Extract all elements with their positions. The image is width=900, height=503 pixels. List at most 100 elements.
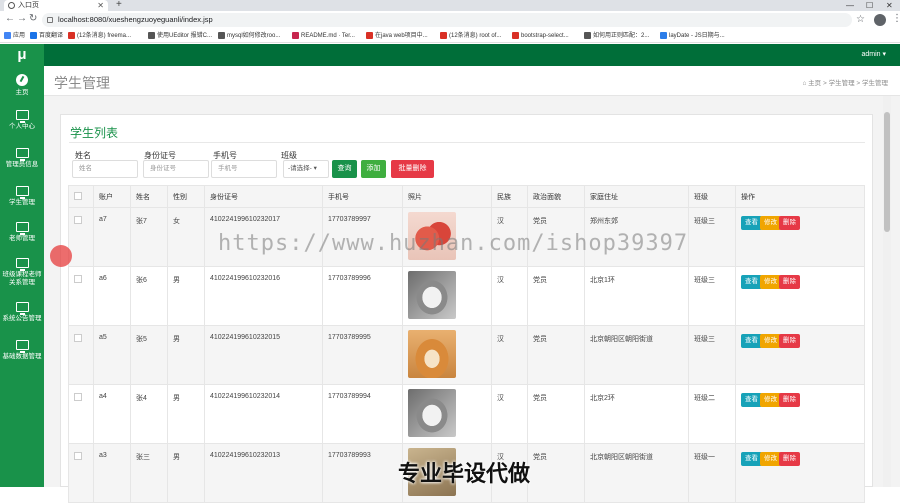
view-button[interactable]: 查看 [741, 275, 762, 289]
query-button[interactable]: 查询 [332, 160, 357, 178]
delete-button[interactable]: 删除 [779, 393, 800, 407]
sidebar-item-label: 老师管理 [9, 235, 35, 242]
scrollbar-thumb[interactable] [884, 112, 890, 232]
sidebar-item-label: 基础数据管理 [2, 353, 42, 360]
bookmark-item[interactable]: bootstrap-select... [512, 29, 569, 42]
phone-cell: 17703789996 [322, 266, 403, 326]
row-select-cell[interactable] [68, 207, 94, 267]
row-checkbox[interactable] [74, 452, 82, 460]
delete-button[interactable]: 删除 [779, 334, 800, 348]
maximize-icon[interactable]: ☐ [866, 0, 873, 11]
browser-menu-icon[interactable]: ⋮ [892, 13, 900, 24]
sidebar-item[interactable]: 基础数据管理 [0, 340, 44, 361]
bookmark-item[interactable]: 在java web项目中... [366, 29, 428, 42]
account-cell: a5 [93, 325, 131, 385]
close-tab-icon[interactable]: ✕ [97, 0, 104, 11]
table-row: a4 张4 男 410224199610232014 17703789994 汉党员 北京2… [68, 384, 865, 444]
edit-button[interactable]: 修改 [760, 334, 781, 348]
select-all-checkbox[interactable] [74, 191, 82, 200]
sidebar-item-label: 班级课程老师关系管理 [2, 271, 42, 286]
tab-title: 入口页 [18, 2, 39, 9]
browser-tab[interactable]: 入口页 ✕ [4, 0, 108, 11]
row-checkbox[interactable] [74, 216, 82, 224]
row-checkbox[interactable] [74, 393, 82, 401]
class-cell: 班级三 [688, 325, 736, 385]
column-header: 姓名 [130, 185, 168, 208]
bookmark-item[interactable]: (12条消息) root of... [440, 29, 502, 42]
row-checkbox[interactable] [74, 275, 82, 283]
row-select-cell[interactable] [68, 384, 94, 444]
gender-cell: 男 [167, 384, 205, 444]
minimize-icon[interactable]: — [846, 0, 854, 11]
bookmark-label: mysql如何修改roo... [227, 33, 281, 39]
row-select-cell[interactable] [68, 266, 94, 326]
monitor-icon [15, 110, 29, 123]
bookmark-item[interactable]: 百度翻译 [30, 29, 63, 42]
select-all-cell[interactable] [68, 185, 94, 208]
breadcrumb[interactable]: ⌂ 主页 > 学生管理 > 学生管理 [802, 77, 888, 87]
bookmark-label: 使用UEditor 报错C... [157, 33, 213, 39]
close-window-icon[interactable]: ✕ [886, 0, 893, 11]
column-header: 班级 [688, 185, 736, 208]
edit-button[interactable]: 修改 [760, 452, 781, 466]
view-button[interactable]: 查看 [741, 334, 762, 348]
info-icon[interactable] [47, 17, 53, 23]
page-scrollbar[interactable] [883, 96, 891, 487]
view-button[interactable]: 查看 [741, 216, 762, 230]
new-tab-button[interactable]: + [116, 0, 122, 10]
bookmark-star-icon[interactable]: ☆ [856, 14, 865, 25]
class-select[interactable]: -请选择- ▾ [283, 160, 329, 178]
view-button[interactable]: 查看 [741, 452, 762, 466]
name-search-input[interactable]: 姓名 [72, 160, 138, 178]
browser-tabstrip: 入口页 ✕ + — ☐ ✕ [0, 0, 900, 11]
bookmark-item[interactable]: layDate - JS日期与... [660, 29, 725, 42]
url-input[interactable]: localhost:8080/xueshengzuoyeguanli/index… [42, 13, 852, 27]
edit-button[interactable]: 修改 [760, 216, 781, 230]
bookmark-item[interactable]: 使用UEditor 报错C... [148, 29, 213, 42]
sidebar-item[interactable]: 主页 [0, 74, 44, 97]
sidebar-item[interactable]: 班级课程老师关系管理 [0, 258, 44, 287]
sidebar-item[interactable]: 管理员信息 [0, 148, 44, 169]
admin-user-menu[interactable]: admin ▾ [861, 50, 886, 58]
bookmark-item[interactable]: 应用 [4, 29, 25, 42]
ethnicity-cell: 汉 [491, 384, 528, 444]
edit-button[interactable]: 修改 [760, 275, 781, 289]
row-select-cell[interactable] [68, 325, 94, 385]
gender-cell: 女 [167, 207, 205, 267]
delete-button[interactable]: 删除 [779, 275, 800, 289]
reload-icon[interactable]: ↻ [29, 13, 37, 24]
row-select-cell[interactable] [68, 443, 94, 503]
class-cell: 班级一 [688, 443, 736, 503]
sidebar-item[interactable]: 老师管理 [0, 222, 44, 243]
edit-button[interactable]: 修改 [760, 393, 781, 407]
row-checkbox[interactable] [74, 334, 82, 342]
bookmark-item[interactable]: mysql如何修改roo... [218, 29, 281, 42]
monitor-icon [15, 222, 29, 235]
add-button[interactable]: 添加 [361, 160, 386, 178]
bookmark-item[interactable]: README.md · Ter... [292, 29, 355, 42]
bookmark-label: (12条消息) root of... [449, 33, 502, 39]
sidebar-item-label: 系统公告管理 [2, 315, 42, 322]
bookmark-item[interactable]: 如何用正则匹配：2... [584, 29, 649, 42]
sidebar-item[interactable]: 系统公告管理 [0, 302, 44, 323]
phone-search-input[interactable]: 手机号 [211, 160, 277, 178]
bookmark-favicon-icon [218, 32, 225, 39]
delete-button[interactable]: 删除 [779, 452, 800, 466]
name-cell: 张7 [130, 207, 168, 267]
forward-icon[interactable]: → [17, 13, 27, 24]
account-avatar-icon[interactable] [874, 14, 886, 26]
column-header: 家庭住址 [584, 185, 689, 208]
idcard-search-input[interactable]: 身份证号 [143, 160, 209, 178]
view-button[interactable]: 查看 [741, 393, 762, 407]
batch-delete-button[interactable]: 批量删除 [391, 160, 434, 178]
delete-button[interactable]: 删除 [779, 216, 800, 230]
sidebar-item[interactable]: 个人中心 [0, 110, 44, 131]
bookmark-favicon-icon [148, 32, 155, 39]
sidebar-item-label: 管理员信息 [5, 161, 39, 168]
photo-cell [402, 266, 492, 326]
sidebar-item[interactable]: 学生管理 [0, 186, 44, 207]
bookmark-item[interactable]: (12条消息) freema... [68, 29, 131, 42]
account-cell: a6 [93, 266, 131, 326]
back-icon[interactable]: ← [5, 13, 15, 24]
class-cell: 班级三 [688, 266, 736, 326]
